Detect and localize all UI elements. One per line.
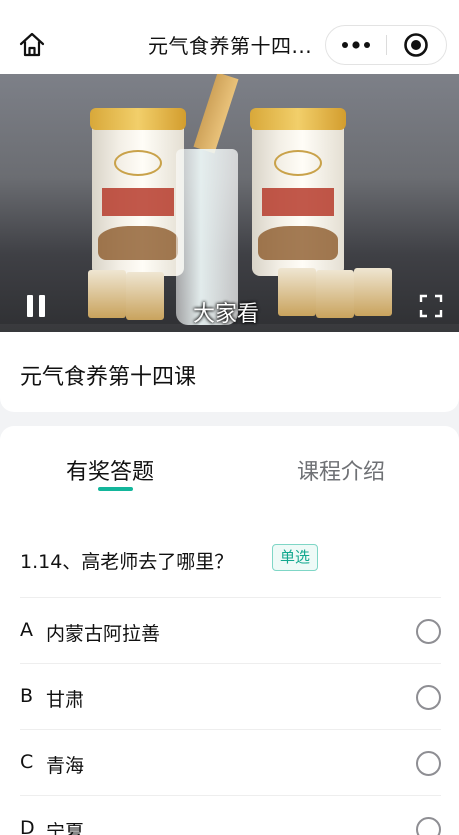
target-close-icon bbox=[404, 33, 429, 57]
pause-icon bbox=[27, 295, 33, 317]
quiz-panel: 有奖答题 课程介绍 1.14、高老师去了哪里？ 单选 A 内蒙古阿拉善 B 甘肃… bbox=[0, 426, 459, 835]
video-frame-product-can bbox=[250, 108, 346, 276]
video-player[interactable]: 大家看 bbox=[0, 74, 459, 332]
close-miniprogram-button[interactable] bbox=[386, 26, 446, 64]
video-frame-stick bbox=[193, 74, 239, 154]
option-letter: B bbox=[20, 685, 34, 707]
fullscreen-icon bbox=[419, 294, 443, 318]
option-text: 青海 bbox=[46, 755, 85, 777]
radio-unchecked-icon[interactable] bbox=[416, 751, 441, 776]
miniprogram-capsule bbox=[325, 25, 447, 65]
video-frame-sachet bbox=[88, 270, 126, 318]
option-letter: C bbox=[20, 751, 34, 773]
course-title: 元气食养第十四课 bbox=[20, 365, 197, 390]
pause-button[interactable] bbox=[24, 295, 48, 321]
active-tab-indicator bbox=[98, 487, 133, 491]
video-frame-sachet bbox=[354, 268, 392, 316]
more-dots-icon bbox=[341, 41, 370, 49]
course-title-card: 元气食养第十四课 bbox=[0, 332, 459, 412]
video-frame-sachet bbox=[316, 270, 354, 318]
video-frame-sachet bbox=[278, 268, 316, 316]
radio-unchecked-icon[interactable] bbox=[416, 817, 441, 835]
video-frame-sachet bbox=[126, 272, 164, 320]
tab-course-intro[interactable]: 课程介绍 bbox=[297, 454, 385, 486]
answer-option-a[interactable]: A 内蒙古阿拉善 bbox=[20, 597, 441, 663]
video-frame-product-can bbox=[90, 108, 186, 276]
home-icon bbox=[19, 32, 45, 57]
answer-option-b[interactable]: B 甘肃 bbox=[20, 663, 441, 729]
option-text: 宁夏 bbox=[46, 821, 85, 835]
home-button[interactable] bbox=[14, 28, 50, 62]
radio-unchecked-icon[interactable] bbox=[416, 619, 441, 644]
option-text: 甘肃 bbox=[46, 689, 85, 711]
page-title: 元气食养第十四... bbox=[148, 34, 313, 58]
question-text: 1.14、高老师去了哪里？ bbox=[20, 551, 234, 573]
question-type-badge: 单选 bbox=[272, 544, 319, 571]
answer-option-d[interactable]: D 宁夏 bbox=[20, 795, 441, 835]
option-letter: A bbox=[20, 619, 33, 641]
top-nav-bar: 元气食养第十四... bbox=[0, 0, 459, 74]
more-button[interactable] bbox=[326, 26, 386, 64]
radio-unchecked-icon[interactable] bbox=[416, 685, 441, 710]
fullscreen-button[interactable] bbox=[419, 294, 443, 318]
tab-quiz[interactable]: 有奖答题 bbox=[66, 454, 154, 486]
answer-option-c[interactable]: C 青海 bbox=[20, 729, 441, 795]
option-letter: D bbox=[20, 817, 35, 835]
option-text: 内蒙古阿拉善 bbox=[46, 623, 161, 645]
video-subtitle: 大家看 bbox=[193, 302, 260, 327]
